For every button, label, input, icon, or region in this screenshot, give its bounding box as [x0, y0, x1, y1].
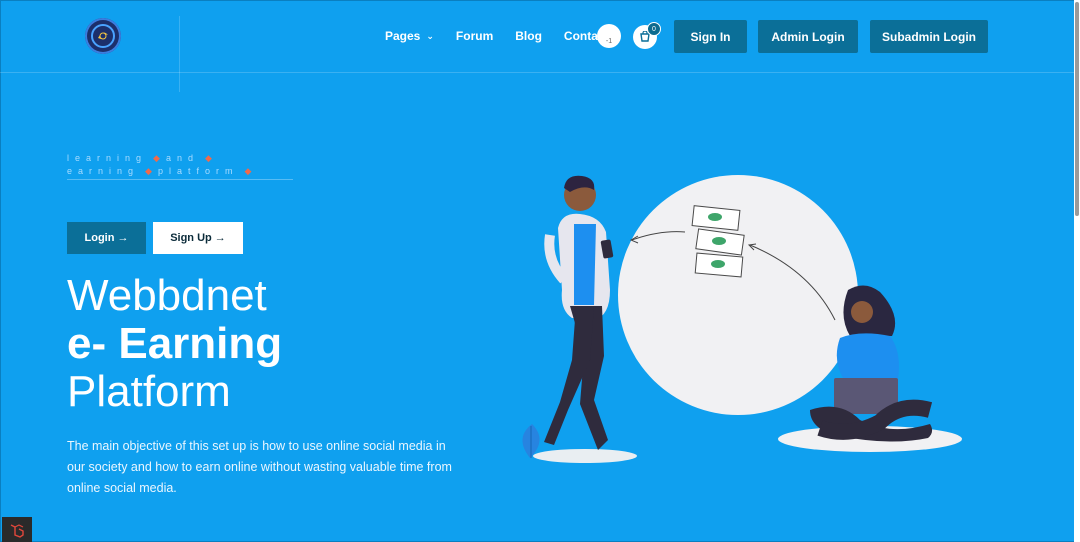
diamond-icon: ◆	[244, 166, 252, 176]
tagline-word: and	[165, 153, 199, 163]
chevron-down-icon: ⌄	[426, 30, 434, 41]
hero-login-button[interactable]: Login →	[67, 222, 146, 254]
cart-count-badge: 0	[647, 22, 661, 36]
hero-illustration	[522, 175, 962, 463]
nav-pages[interactable]: Pages ⌄	[385, 29, 434, 43]
hero-tagline: learning ◆ and ◆ earning ◆ platform ◆	[67, 152, 257, 178]
laravel-icon[interactable]	[2, 517, 32, 542]
scrollbar-thumb[interactable]	[1075, 2, 1079, 216]
user-avatar[interactable]: -1	[597, 24, 621, 48]
diamond-icon: ◆	[204, 153, 212, 163]
admin-login-button[interactable]: Admin Login	[758, 20, 858, 53]
page-scrollbar[interactable]	[1074, 0, 1080, 542]
site-header: Pages ⌄ Forum Blog Contact -1 0 Sign In A…	[0, 0, 1074, 92]
tagline-word: platform	[157, 166, 239, 176]
cart-button[interactable]: 0	[633, 22, 661, 49]
hero-title: Webbdnet e- Earning Platform	[67, 272, 282, 416]
header-divider	[179, 16, 180, 92]
main-nav: Pages ⌄ Forum Blog Contact	[385, 29, 631, 43]
diamond-icon: ◆	[153, 153, 160, 163]
tagline-word: earning	[67, 166, 140, 176]
nav-pages-label: Pages	[385, 29, 421, 43]
hero-signup-button[interactable]: Sign Up →	[153, 222, 243, 254]
logo-icon[interactable]	[85, 18, 121, 54]
avatar-alt-text: -1	[605, 38, 613, 45]
subadmin-login-button[interactable]: Subadmin Login	[870, 20, 988, 53]
sign-in-button[interactable]: Sign In	[674, 20, 747, 53]
nav-forum[interactable]: Forum	[456, 29, 493, 43]
hero-title-line3: Platform	[67, 367, 231, 416]
hero-title-line1: Webbdnet	[67, 271, 267, 320]
hero-description: The main objective of this set up is how…	[67, 439, 452, 495]
tagline-word: learning	[67, 153, 148, 163]
nav-blog[interactable]: Blog	[515, 29, 542, 43]
hero-title-line2: e- Earning	[67, 319, 283, 368]
diamond-icon: ◆	[145, 166, 152, 176]
tagline-underline	[67, 179, 293, 180]
